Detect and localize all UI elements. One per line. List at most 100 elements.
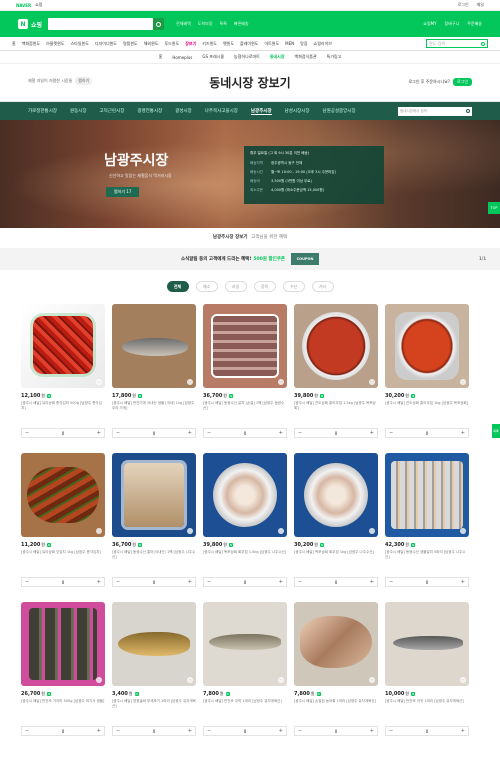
product-title[interactable]: [광주시 배달] 반건조 우럭 1마리 [남광주 유자게육산]: [203, 699, 287, 713]
plus-button[interactable]: +: [370, 430, 374, 436]
subnav-gsfresh[interactable]: GS 프레시몰: [202, 54, 224, 60]
cat-food[interactable]: 푸드윈도: [164, 41, 179, 47]
subnav-special[interactable]: 특가링고: [327, 54, 342, 60]
minus-button[interactable]: −: [207, 728, 211, 734]
tab-vegetable[interactable]: 채소: [195, 281, 218, 292]
tab-all[interactable]: 전체: [166, 281, 189, 292]
plus-button[interactable]: +: [461, 728, 465, 734]
plus-button[interactable]: +: [461, 430, 465, 436]
minus-button[interactable]: −: [116, 579, 120, 585]
product-title[interactable]: [광주시 배달] 반건조 가자미 500g [남광주 여기서 생물]: [21, 699, 105, 713]
product-title[interactable]: [광주시 배달] 반찬가게 국내산 생물 [국내] 1kg [남광주 우리 가게…: [112, 401, 196, 415]
shopping-search-button[interactable]: [153, 18, 165, 30]
minus-button[interactable]: −: [25, 579, 29, 585]
market-tab-6[interactable]: 나주목사고을시장: [205, 108, 238, 114]
quantity-value[interactable]: 0: [426, 431, 429, 436]
minus-button[interactable]: −: [298, 728, 302, 734]
market-tab-4[interactable]: 광명전통시장: [137, 108, 162, 114]
heart-icon[interactable]: ♡: [278, 528, 284, 534]
market-tab-3[interactable]: 고덕근린시장: [100, 108, 125, 114]
quantity-value[interactable]: 0: [153, 431, 156, 436]
plus-button[interactable]: +: [370, 579, 374, 585]
tab-meat[interactable]: 정육: [253, 281, 276, 292]
side-list-tab[interactable]: 목록: [492, 424, 500, 438]
product-card[interactable]: ♡ 12,100 원 N [광주시 배달] 유리상회 총각김치 500g [남광…: [21, 304, 105, 438]
my-shopping-link[interactable]: 쇼핑MY: [423, 21, 436, 27]
cat-live[interactable]: 쇼핑라이브: [314, 41, 332, 47]
product-card[interactable]: ♡ 39,800 원 N [광주시 배달] 진도상회 홍어무침 1.5kg [남…: [294, 304, 378, 438]
heart-icon[interactable]: ♡: [369, 379, 375, 385]
product-image[interactable]: ♡: [112, 304, 196, 388]
subnav-local-market[interactable]: 동네시장: [270, 54, 285, 60]
quantity-value[interactable]: 0: [335, 580, 338, 585]
cat-luxury[interactable]: 명품윈도: [123, 41, 138, 47]
cart-link[interactable]: 장바구니: [445, 21, 460, 27]
heart-icon[interactable]: ♡: [96, 528, 102, 534]
product-card[interactable]: ♡ 36,700 원 N [광주시 배달] 동광수산 홍어(국내산) 1팩 [남…: [112, 453, 196, 587]
cat-style[interactable]: 스타일윈도: [71, 41, 89, 47]
product-image[interactable]: ♡: [294, 304, 378, 388]
product-card[interactable]: ♡ 11,200 원 N [광주시 배달] 유리상회 갓김치 1kg [남광주 …: [21, 453, 105, 587]
subnav-department-food[interactable]: 백화점식품관: [295, 54, 317, 60]
header-link-guaranteed[interactable]: 도착보장: [198, 21, 213, 27]
heart-icon[interactable]: ♡: [96, 379, 102, 385]
quantity-value[interactable]: 0: [244, 580, 247, 585]
heart-icon[interactable]: ♡: [187, 528, 193, 534]
heart-icon[interactable]: ♡: [460, 528, 466, 534]
header-link-benefits[interactable]: 전체혜택: [176, 21, 191, 27]
naver-service-label[interactable]: 쇼핑: [35, 2, 42, 8]
title-left-badge[interactable]: 찜하기: [75, 77, 93, 85]
quantity-value[interactable]: 0: [335, 431, 338, 436]
plus-button[interactable]: +: [461, 579, 465, 585]
login-button[interactable]: 로그인: [452, 78, 472, 86]
quantity-value[interactable]: 0: [426, 580, 429, 585]
product-image[interactable]: ♡: [294, 453, 378, 537]
plus-button[interactable]: +: [97, 579, 101, 585]
product-image[interactable]: ♡: [112, 453, 196, 537]
product-image[interactable]: ♡: [21, 304, 105, 388]
tab-fruit[interactable]: 과일: [224, 281, 247, 292]
product-title[interactable]: [광주시 배달] 유리상회 총각김치 500g [남광주 총각김치]: [21, 401, 105, 415]
minus-button[interactable]: −: [25, 430, 29, 436]
plus-button[interactable]: +: [279, 430, 283, 436]
cat-pet[interactable]: 펫윈도: [223, 41, 234, 47]
product-title[interactable]: [광주시 배달] 목포상회 회무침 1.5kg [남광주 나주수산]: [203, 550, 287, 564]
order-link[interactable]: 주문배송: [467, 21, 482, 27]
heart-icon[interactable]: ♡: [278, 379, 284, 385]
header-link-talk[interactable]: 톡톡: [220, 21, 227, 27]
heart-icon[interactable]: ♡: [460, 379, 466, 385]
market-tab-1[interactable]: 가로정한통시장: [28, 108, 57, 114]
product-card[interactable]: ♡ 3,400 원 N [광주시 배달] 영광굴비 부세조기 1마리 [남광주 …: [112, 602, 196, 736]
tab-etc[interactable]: 기타: [311, 281, 334, 292]
market-tab-8[interactable]: 남성시장시장: [285, 108, 310, 114]
product-image[interactable]: ♡: [385, 304, 469, 388]
shopping-logo[interactable]: N 쇼핑: [18, 19, 42, 29]
quantity-value[interactable]: 0: [153, 580, 156, 585]
minus-button[interactable]: −: [207, 579, 211, 585]
heart-icon[interactable]: ♡: [369, 677, 375, 683]
cat-designer[interactable]: 디자이너윈도: [95, 41, 117, 47]
cat-home[interactable]: 홈: [12, 41, 16, 47]
product-title[interactable]: [광주시 배달] 진도상회 홍어무침 1kg [남광주 목포상회]: [385, 401, 469, 415]
product-title[interactable]: [광주시 배달] 목포상회 회무침 1kg [남광주 나주수산]: [294, 550, 378, 564]
product-card[interactable]: ♡ 7,800 원 N [광주시 배달] 손질된 농어회 1마리 [남광주 유자…: [294, 602, 378, 736]
product-image[interactable]: ♡: [112, 602, 196, 686]
product-title[interactable]: [광주시 배달] 반건조 아귀 1마리 [남광주 유자게육산]: [385, 699, 469, 713]
minus-button[interactable]: −: [389, 728, 393, 734]
market-tab-9[interactable]: 남원공설중앙시장: [322, 108, 355, 114]
product-title[interactable]: [광주시 배달] 진도상회 홍어무침 1.5kg [남광주 목포상회]: [294, 401, 378, 415]
quantity-value[interactable]: 0: [335, 729, 338, 734]
cat-outlet[interactable]: 아울렛윈도: [46, 41, 64, 47]
quantity-value[interactable]: 0: [426, 729, 429, 734]
minus-button[interactable]: −: [298, 430, 302, 436]
quantity-value[interactable]: 0: [153, 729, 156, 734]
minus-button[interactable]: −: [25, 728, 29, 734]
minus-button[interactable]: −: [298, 579, 302, 585]
plus-button[interactable]: +: [188, 430, 192, 436]
cat-department[interactable]: 백화점윈도: [22, 41, 40, 47]
search-icon[interactable]: [466, 109, 470, 113]
mail-link[interactable]: 메일: [477, 2, 484, 8]
market-search-input[interactable]: 동네시장에서 검색: [398, 106, 472, 116]
product-title[interactable]: [광주시 배달] 동광수산 홍어(국내산) 1팩 [남광주 나주수산]: [112, 550, 196, 564]
heart-icon[interactable]: ♡: [96, 677, 102, 683]
